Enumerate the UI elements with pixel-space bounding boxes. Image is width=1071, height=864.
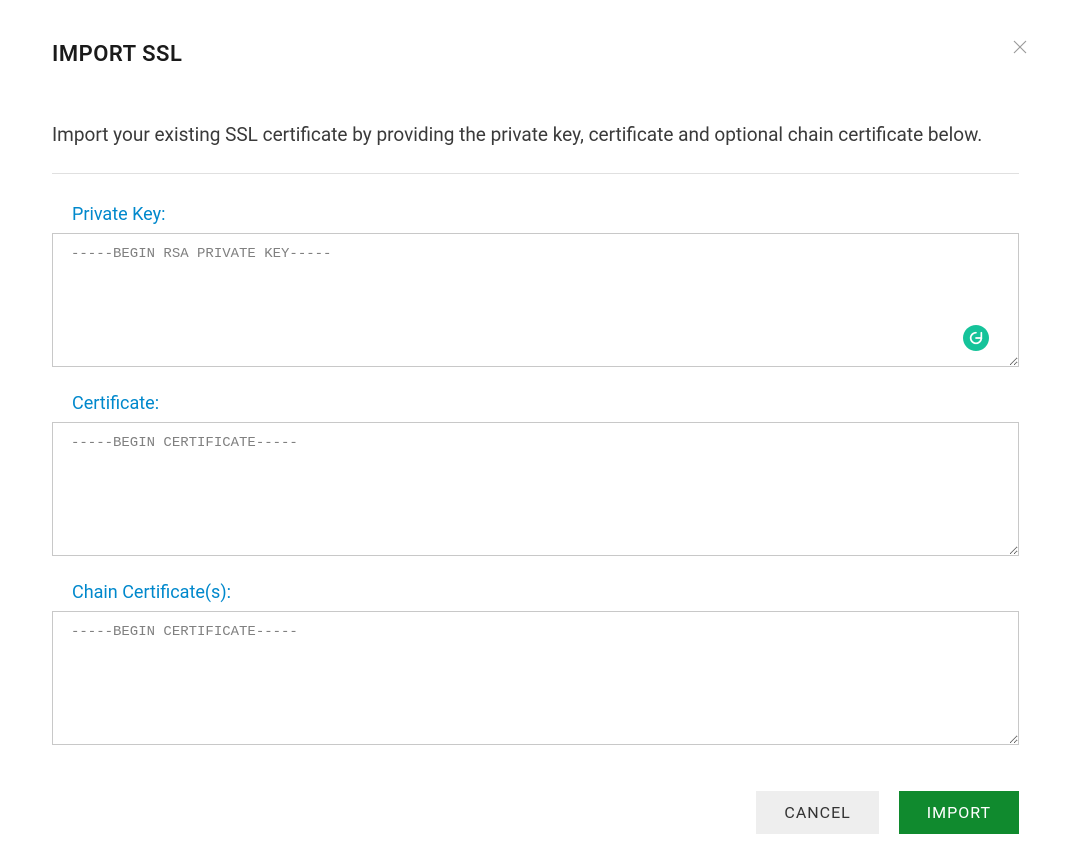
chain-certificate-label: Chain Certificate(s):	[72, 582, 1019, 603]
chain-certificate-group: Chain Certificate(s):	[52, 582, 1019, 749]
certificate-textarea[interactable]	[52, 422, 1019, 556]
chain-certificate-textarea[interactable]	[52, 611, 1019, 745]
button-row: CANCEL IMPORT	[52, 791, 1019, 834]
dialog-title: IMPORT SSL	[52, 42, 1019, 67]
private-key-textarea[interactable]	[52, 233, 1019, 367]
certificate-group: Certificate:	[52, 393, 1019, 560]
import-button[interactable]: IMPORT	[899, 791, 1019, 834]
private-key-label: Private Key:	[72, 204, 1019, 225]
cancel-button[interactable]: CANCEL	[756, 791, 878, 834]
divider	[52, 173, 1019, 174]
private-key-group: Private Key:	[52, 204, 1019, 371]
dialog-description: Import your existing SSL certificate by …	[52, 119, 1019, 151]
certificate-label: Certificate:	[72, 393, 1019, 414]
close-icon[interactable]	[1011, 38, 1029, 56]
